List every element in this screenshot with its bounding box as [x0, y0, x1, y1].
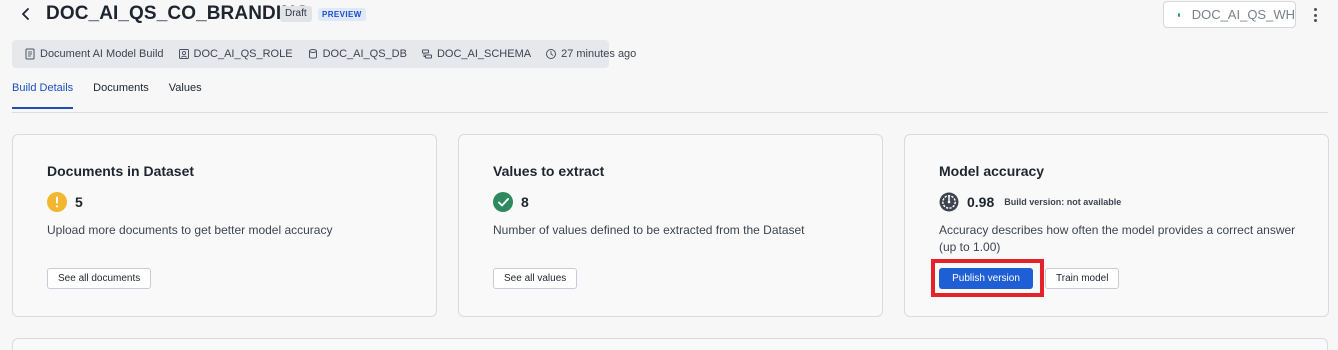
- more-options-button[interactable]: [1308, 6, 1322, 24]
- document-icon: [25, 48, 35, 60]
- warehouse-selector[interactable]: DOC_AI_QS_WH: [1163, 1, 1296, 28]
- chevron-left-icon: [22, 8, 29, 20]
- tab-build-details[interactable]: Build Details: [12, 82, 74, 109]
- preview-badge: PREVIEW: [318, 8, 366, 21]
- train-model-button[interactable]: Train model: [1045, 268, 1120, 289]
- page: DOC_AI_QS_CO_BRANDING Draft PREVIEW DOC_…: [0, 0, 1338, 350]
- publish-version-button[interactable]: Publish version: [939, 268, 1033, 289]
- values-card-title: Values to extract: [493, 163, 605, 179]
- values-value-row: 8: [493, 192, 529, 212]
- page-title: DOC_AI_QS_CO_BRANDING: [46, 3, 310, 24]
- tab-documents[interactable]: Documents: [93, 82, 149, 109]
- see-all-values-button[interactable]: See all values: [493, 268, 578, 289]
- documents-count: 5: [75, 194, 83, 210]
- draft-badge: Draft: [280, 6, 312, 22]
- warning-icon: [47, 192, 67, 212]
- build-version-label: Build version: not available: [1004, 197, 1122, 207]
- bottom-card: [12, 338, 1328, 350]
- back-button[interactable]: [17, 5, 35, 23]
- tab-divider: [12, 112, 1328, 113]
- values-card: Values to extract 8 Number of values def…: [458, 134, 883, 317]
- documents-card: Documents in Dataset 5 Upload more docum…: [12, 134, 437, 317]
- gauge-icon: [939, 192, 959, 212]
- values-description: Number of values defined to be extracted…: [493, 223, 805, 237]
- warehouse-label: DOC_AI_QS_WH: [1191, 7, 1295, 22]
- database-icon: [308, 49, 317, 59]
- documents-value-row: 5: [47, 192, 83, 212]
- tab-bar: Build Details Documents Values: [12, 82, 202, 109]
- documents-description: Upload more documents to get better mode…: [47, 223, 333, 237]
- schema-icon: [421, 49, 432, 59]
- status-dot-icon: [1178, 12, 1180, 17]
- check-icon: [493, 192, 513, 212]
- accuracy-value-row: 0.98 Build version: not available: [939, 192, 1121, 212]
- meta-type: Document AI Model Build: [24, 48, 164, 60]
- meta-schema: DOC_AI_SCHEMA: [421, 48, 531, 60]
- accuracy-card: Model accuracy 0.98 Build version: not a…: [904, 134, 1329, 317]
- see-all-documents-button[interactable]: See all documents: [47, 268, 152, 289]
- tab-values[interactable]: Values: [169, 82, 202, 109]
- meta-role: DOC_AI_QS_ROLE: [178, 48, 293, 60]
- meta-updated: 27 minutes ago: [545, 48, 636, 60]
- user-badge-icon: [178, 49, 189, 59]
- accuracy-description: Accuracy describes how often the model p…: [939, 223, 1296, 254]
- meta-bar: Document AI Model Build DOC_AI_QS_ROLE D…: [12, 40, 636, 68]
- clock-icon: [546, 49, 557, 59]
- accuracy-card-title: Model accuracy: [939, 163, 1045, 179]
- documents-card-title: Documents in Dataset: [47, 163, 195, 179]
- accuracy-value: 0.98: [967, 194, 995, 210]
- meta-database: DOC_AI_QS_DB: [307, 48, 407, 60]
- kebab-icon: [1313, 8, 1317, 11]
- values-count: 8: [521, 194, 529, 210]
